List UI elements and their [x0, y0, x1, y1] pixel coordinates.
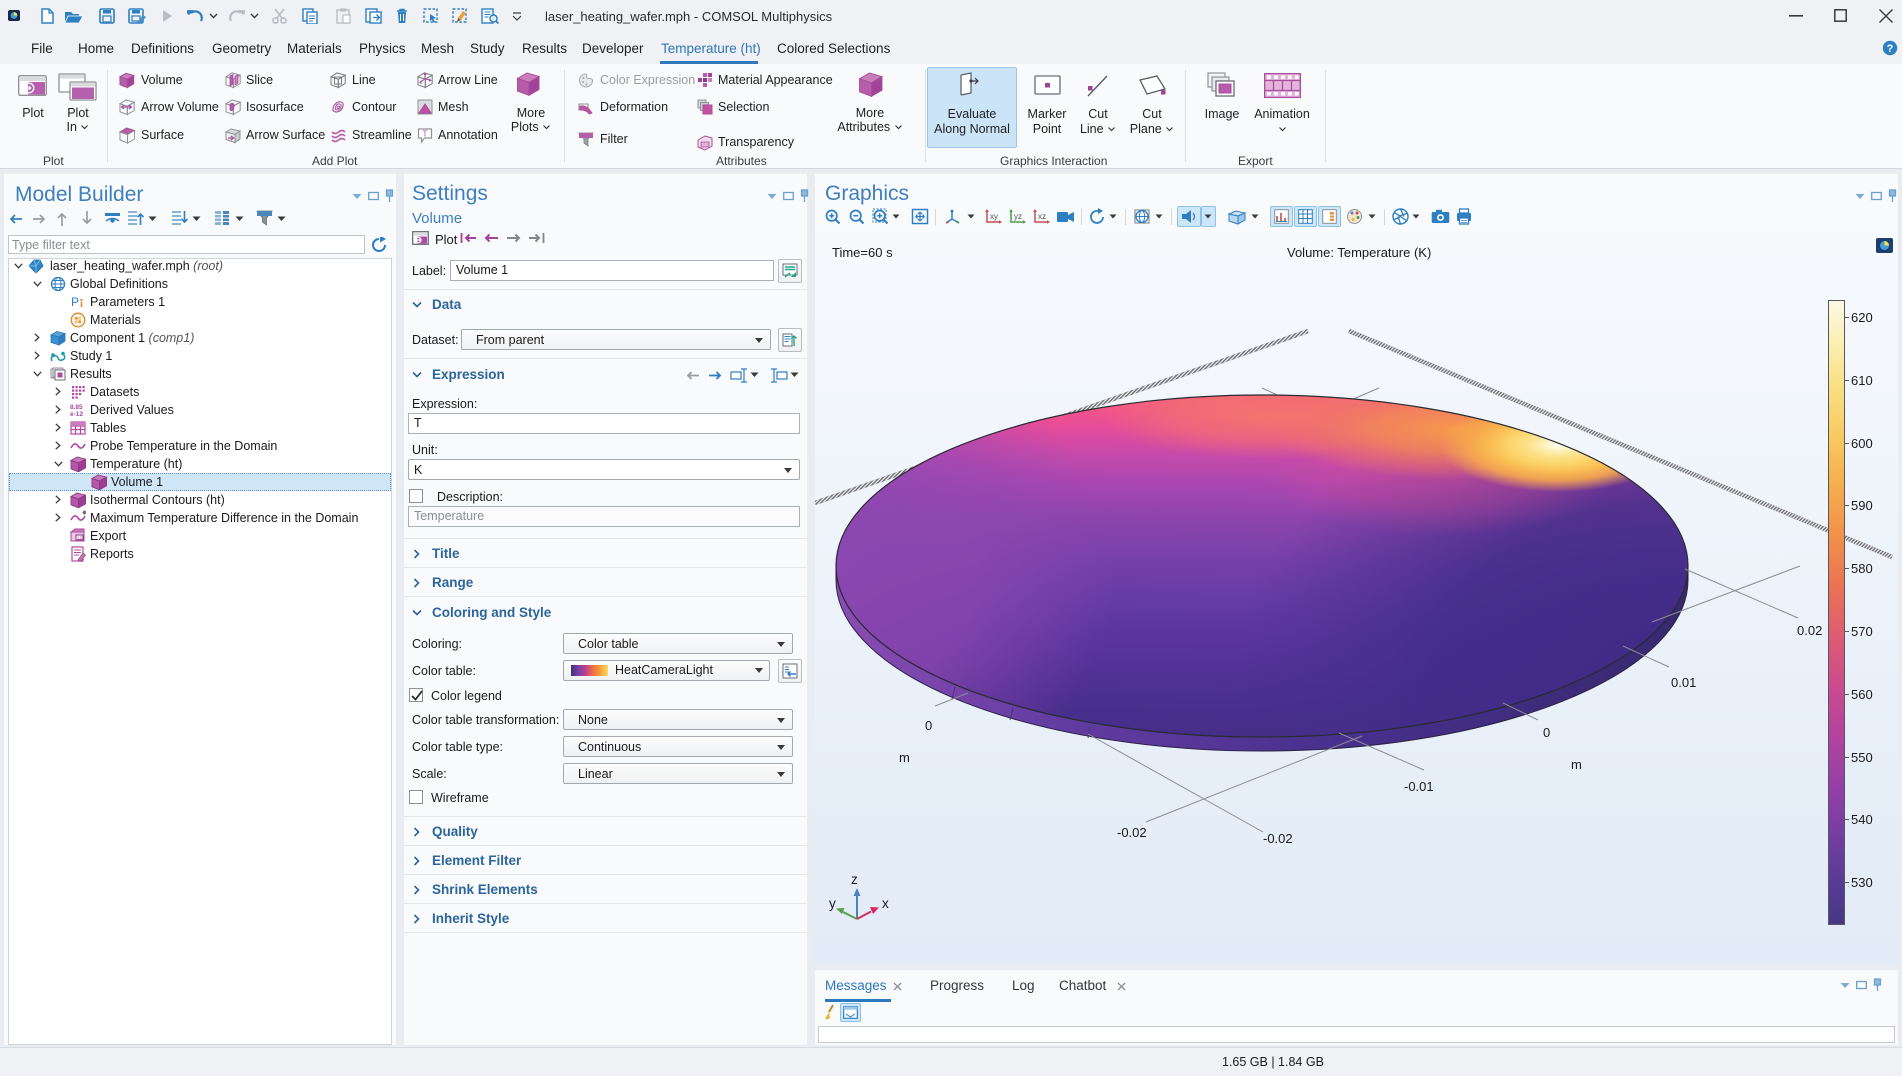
svg-text:T: T [423, 130, 428, 139]
svg-text:8.85: 8.85 [70, 404, 83, 411]
svg-text:e-12: e-12 [70, 411, 83, 418]
svg-text:P: P [71, 295, 79, 309]
svg-text:?: ? [1887, 43, 1894, 55]
svg-text:123: 123 [77, 536, 85, 541]
svg-text:yz: yz [1014, 212, 1022, 221]
svg-text:xy: xy [990, 212, 998, 221]
svg-text:xz: xz [1038, 212, 1046, 221]
